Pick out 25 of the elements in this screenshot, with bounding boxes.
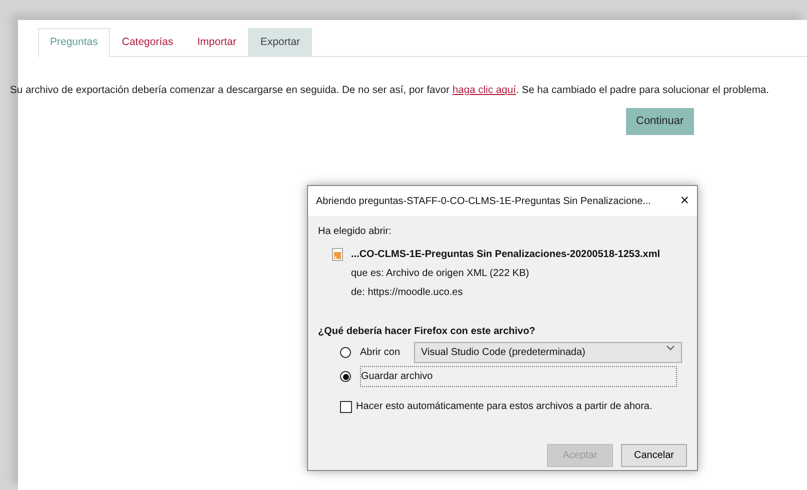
application-select[interactable]: Visual Studio Code (predeterminada) bbox=[414, 342, 682, 363]
source-url: https://moodle.uco.es bbox=[368, 287, 463, 298]
file-name: ...CO-CLMS-1E-Preguntas Sin Penalizaciones-20200518-1253.xml bbox=[351, 248, 660, 262]
source-label: de: bbox=[351, 287, 365, 298]
radio-button[interactable] bbox=[340, 371, 351, 382]
download-link[interactable]: haga clic aquí bbox=[452, 84, 516, 96]
file-type: Archivo de origen XML (222 KB) bbox=[386, 268, 530, 279]
continue-button[interactable]: Continuar bbox=[626, 108, 694, 135]
radio-button[interactable] bbox=[340, 347, 351, 358]
tab[interactable]: Importar bbox=[185, 28, 248, 57]
intro-text: Ha elegido abrir: bbox=[318, 225, 392, 239]
type-label: que es: bbox=[351, 268, 384, 279]
tab[interactable]: Exportar bbox=[248, 28, 312, 57]
option-label: Guardar archivo bbox=[360, 366, 677, 387]
close-button[interactable]: × bbox=[680, 190, 689, 212]
tab[interactable]: Categorías bbox=[110, 28, 186, 57]
feed-file-icon bbox=[332, 248, 343, 261]
checkbox[interactable] bbox=[340, 400, 352, 412]
export-message: Su archivo de exportación debería comenzar a descargarse en seguida. De no ser así, por favor haga clic aquí. Se ha cambiado el padre para solucionar el problema. bbox=[10, 84, 770, 98]
option-label: Abrir con bbox=[360, 346, 400, 360]
dialog-title: Abriendo preguntas-STAFF-0-CO-CLMS-1E-Preguntas Sin Penalizacione... bbox=[316, 194, 651, 208]
question-text: ¿Qué debería hacer Firefox con este archivo? bbox=[318, 325, 536, 339]
checkbox-label: Hacer esto automáticamente para estos archivos a partir de ahora. bbox=[356, 400, 652, 414]
dialog-button[interactable]: Cancelar bbox=[621, 444, 687, 467]
caret-icon bbox=[666, 345, 676, 351]
